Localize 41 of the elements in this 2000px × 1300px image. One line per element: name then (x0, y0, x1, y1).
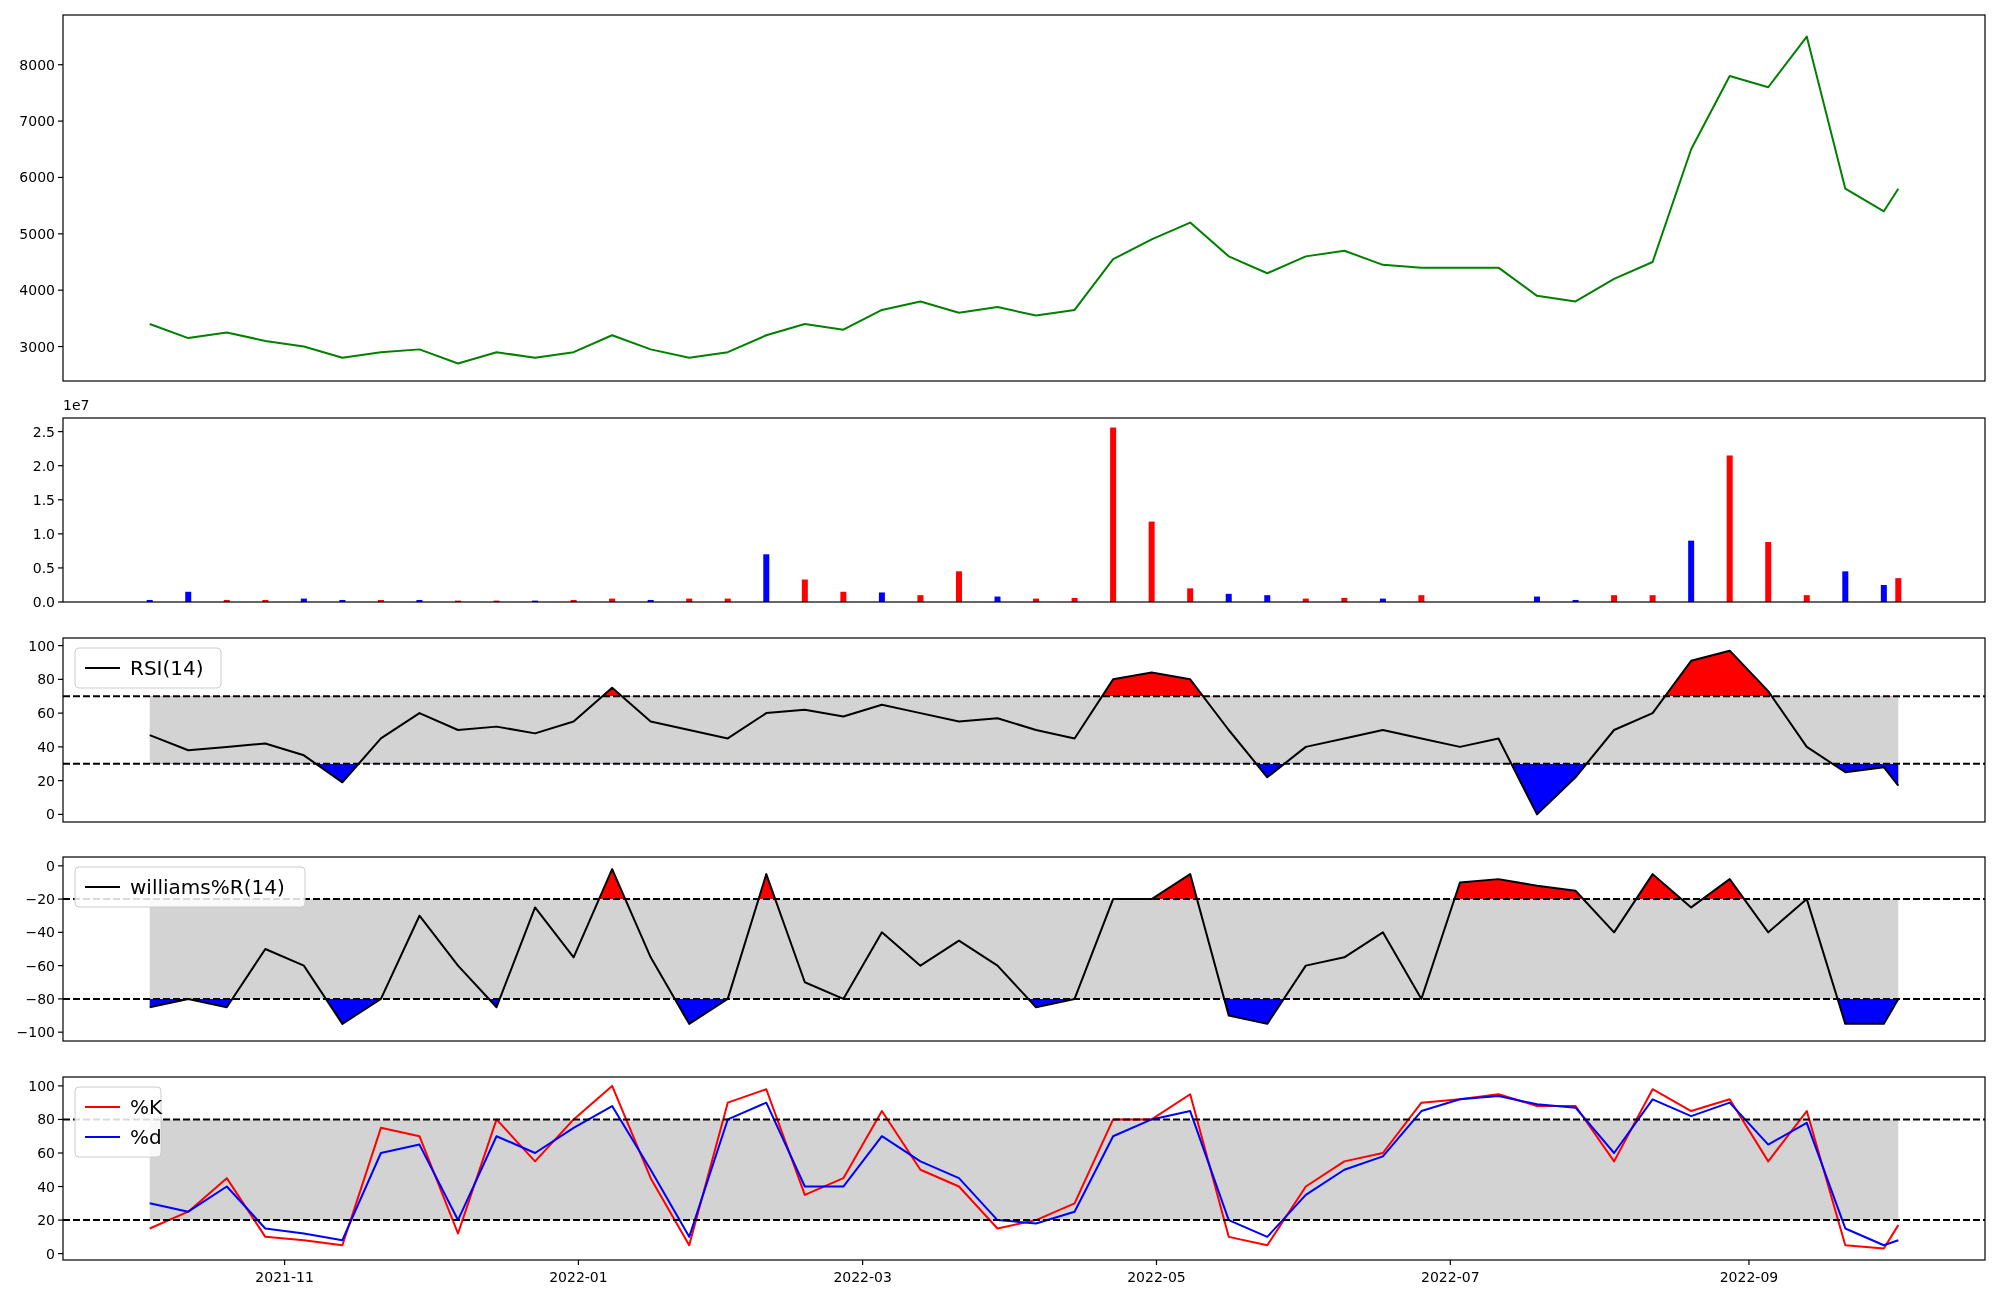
y-tick-label: 3000 (19, 338, 55, 355)
legend-label: %K (130, 1095, 163, 1119)
y-tick-label: 60 (37, 1145, 55, 1161)
y-tick-label: 20 (37, 1212, 55, 1229)
y-tick-label: 8000 (19, 56, 55, 73)
y-tick-label: 80 (37, 671, 55, 688)
y-tick-label: 100 (28, 637, 55, 654)
y-tick-label: 0.0 (32, 594, 55, 610)
legend-label: williams%R(14) (130, 875, 285, 899)
y-tick-label: 80 (37, 1111, 55, 1128)
y-tick-label: 40 (37, 1178, 55, 1195)
y-tick-label: 0.5 (32, 559, 55, 576)
y-tick-label: 0 (46, 1245, 55, 1262)
x-tick-label: 2022-07 (1421, 1269, 1480, 1285)
y-tick-label: 2.5 (32, 423, 55, 440)
x-tick-label: 2022-05 (1127, 1269, 1186, 1285)
y-tick-label: −80 (25, 990, 55, 1007)
y-tick-label: 0 (46, 857, 55, 874)
x-tick-label: 2021-11 (255, 1269, 314, 1285)
y-tick-label: −60 (25, 957, 55, 974)
y-tick-label: 100 (28, 1077, 55, 1094)
y-tick-label: −100 (16, 1024, 55, 1041)
y-tick-label: −20 (25, 891, 55, 908)
x-tick-label: 2022-03 (833, 1269, 892, 1285)
y-tick-label: 7000 (19, 113, 55, 130)
y-tick-label: 2.0 (32, 457, 55, 474)
x-tick-label: 2022-01 (549, 1269, 608, 1285)
y-tick-label: 5000 (19, 225, 55, 242)
y-tick-label: 60 (37, 705, 55, 722)
y-tick-label: 0 (46, 806, 55, 823)
legend-label: %d (130, 1125, 162, 1149)
axis-offset-label: 1e7 (63, 397, 90, 413)
y-tick-label: 20 (37, 772, 55, 789)
y-tick-label: −40 (25, 924, 55, 941)
legend-label: RSI(14) (130, 656, 204, 680)
y-tick-label: 6000 (19, 169, 55, 186)
y-tick-label: 4000 (19, 282, 55, 299)
x-tick-label: 2022-09 (1719, 1269, 1779, 1285)
y-tick-label: 1.5 (32, 491, 55, 508)
y-tick-label: 1.0 (32, 525, 55, 542)
y-tick-label: 40 (37, 738, 55, 755)
